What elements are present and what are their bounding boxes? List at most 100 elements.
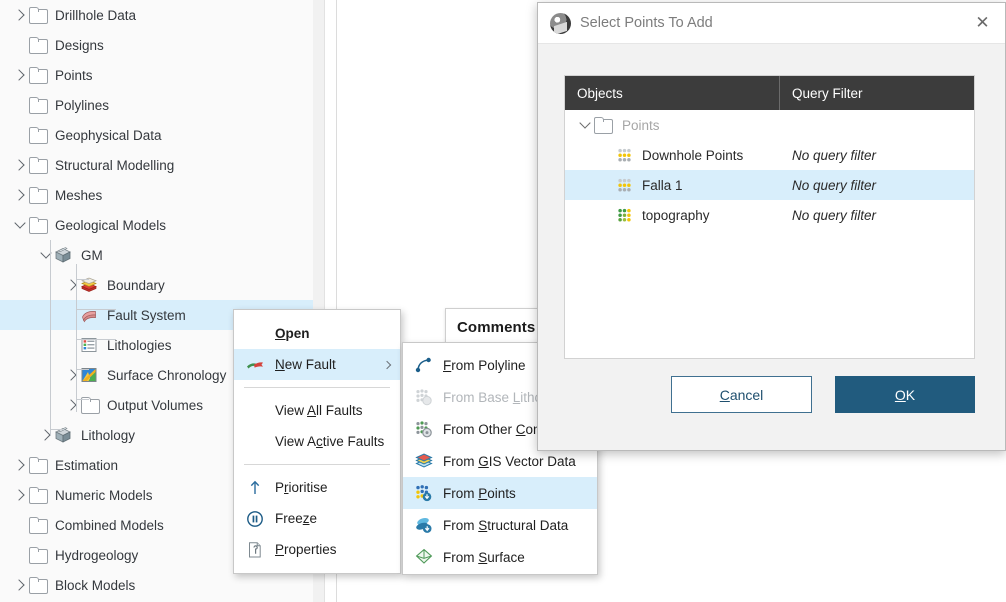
menu-item-new-fault[interactable]: New Fault bbox=[234, 349, 400, 380]
tree-item-structural-modelling[interactable]: Structural Modelling bbox=[0, 150, 313, 180]
tree-item-boundary[interactable]: Boundary bbox=[0, 270, 313, 300]
menu-item-view-active-faults[interactable]: View Active Faults bbox=[234, 426, 400, 457]
menu-item-label: Properties bbox=[275, 542, 337, 557]
polyline-icon bbox=[414, 355, 434, 375]
up-arrow-icon bbox=[245, 478, 265, 498]
properties-icon bbox=[245, 540, 265, 560]
tree-item-geophysical-data[interactable]: Geophysical Data bbox=[0, 120, 313, 150]
tree-twisty-right[interactable] bbox=[12, 487, 28, 503]
folder-icon bbox=[28, 486, 48, 504]
points-yellow-icon bbox=[617, 148, 634, 163]
tree-item-label: Fault System bbox=[107, 307, 186, 323]
tree-item-gm[interactable]: GM bbox=[0, 240, 313, 270]
menu-item-label: View Active Faults bbox=[275, 434, 385, 449]
geological-model-icon bbox=[54, 246, 74, 264]
folder-icon bbox=[28, 186, 48, 204]
context-menu[interactable]: Open New Fault View All Faults View Active … bbox=[233, 309, 401, 574]
tree-item-label: Meshes bbox=[55, 187, 103, 203]
ok-button-label: OK bbox=[894, 386, 916, 403]
tree-item-label: Lithology bbox=[81, 427, 136, 443]
table-row[interactable]: topography No query filter bbox=[565, 200, 974, 230]
table-row[interactable]: Downhole Points No query filter bbox=[565, 140, 974, 170]
cancel-button[interactable]: Cancel bbox=[671, 376, 812, 413]
menu-item-freeze[interactable]: Freeze bbox=[234, 503, 400, 534]
submenu-item-label: From Points bbox=[443, 485, 516, 501]
folder-icon bbox=[28, 216, 48, 234]
tree-item-drillhole-data[interactable]: Drillhole Data bbox=[0, 0, 313, 30]
row-label: Downhole Points bbox=[642, 147, 744, 163]
folder-icon bbox=[28, 126, 48, 144]
tree-item-meshes[interactable]: Meshes bbox=[0, 180, 313, 210]
cell-query-filter[interactable]: No query filter bbox=[780, 178, 974, 193]
folder-icon bbox=[28, 6, 48, 24]
table-header-row: Objects Query Filter bbox=[565, 76, 974, 110]
tree-item-label: Designs bbox=[55, 37, 104, 53]
tree-item-label: Numeric Models bbox=[55, 487, 153, 503]
tree-twisty-down[interactable] bbox=[38, 247, 54, 263]
cell-query-filter[interactable]: No query filter bbox=[780, 208, 974, 223]
tree-item-label: Hydrogeology bbox=[55, 547, 139, 563]
menu-item-label: Open bbox=[275, 326, 310, 341]
tree-twisty-right[interactable] bbox=[12, 187, 28, 203]
close-icon[interactable]: ✕ bbox=[974, 14, 991, 32]
tree-twisty-right[interactable] bbox=[12, 577, 28, 593]
tree-item-label: Geological Models bbox=[55, 217, 167, 233]
tree-twisty-placeholder bbox=[12, 97, 28, 113]
folder-icon bbox=[28, 576, 48, 594]
tree-item-designs[interactable]: Designs bbox=[0, 30, 313, 60]
ok-button[interactable]: OK bbox=[835, 376, 975, 413]
tree-twisty-right[interactable] bbox=[12, 457, 28, 473]
tree-item-label: Estimation bbox=[55, 457, 119, 473]
points-green-icon bbox=[617, 208, 634, 223]
tree-item-geological-models[interactable]: Geological Models bbox=[0, 210, 313, 240]
submenu-item-label: From Structural Data bbox=[443, 517, 569, 533]
points-yellow-icon bbox=[617, 178, 634, 193]
menu-item-view-all-faults[interactable]: View All Faults bbox=[234, 395, 400, 426]
tree-item-label: Points bbox=[55, 67, 93, 83]
submenu-item-label: From GIS Vector Data bbox=[443, 453, 576, 469]
tree-twisty-right[interactable] bbox=[12, 7, 28, 23]
tree-twisty-right[interactable] bbox=[12, 157, 28, 173]
tree-twisty-placeholder bbox=[12, 517, 28, 533]
row-twisty-down[interactable] bbox=[577, 117, 593, 133]
tree-twisty-right[interactable] bbox=[12, 67, 28, 83]
pause-icon bbox=[245, 509, 265, 529]
folder-icon bbox=[28, 96, 48, 114]
table-row[interactable]: Points bbox=[565, 110, 974, 140]
folder-icon bbox=[28, 546, 48, 564]
table-body[interactable]: Points Downhole Points No query filter Fall… bbox=[565, 110, 974, 230]
column-header-query-filter[interactable]: Query Filter bbox=[780, 76, 974, 110]
submenu-item-from-points[interactable]: From Points bbox=[403, 477, 597, 509]
submenu-item-from-surface[interactable]: From Surface bbox=[403, 541, 597, 573]
tree-guide-line bbox=[76, 369, 89, 370]
tree-item-label: GM bbox=[81, 247, 103, 263]
menu-item-properties[interactable]: Properties bbox=[234, 534, 400, 565]
tree-item-label: Block Models bbox=[55, 577, 136, 593]
objects-table[interactable]: Objects Query Filter Points Downhole Poin… bbox=[564, 75, 975, 359]
select-points-dialog[interactable]: Select Points To Add ✕ Objects Query Fil… bbox=[537, 2, 1006, 451]
tree-twisty-down[interactable] bbox=[12, 217, 28, 233]
cell-query-filter[interactable]: No query filter bbox=[780, 148, 974, 163]
table-row[interactable]: Falla 1 No query filter bbox=[565, 170, 974, 200]
dialog-titlebar: Select Points To Add ✕ bbox=[538, 3, 1005, 44]
folder-icon bbox=[28, 156, 48, 174]
column-header-objects[interactable]: Objects bbox=[565, 76, 780, 110]
dialog-body: Objects Query Filter Points Downhole Poin… bbox=[538, 44, 1005, 450]
tree-item-points[interactable]: Points bbox=[0, 60, 313, 90]
submenu-item-from-structural-data[interactable]: From Structural Data bbox=[403, 509, 597, 541]
submenu-item-label: From Surface bbox=[443, 549, 525, 565]
row-label: topography bbox=[642, 207, 710, 223]
cancel-button-label: Cancel bbox=[719, 386, 764, 403]
menu-item-prioritise[interactable]: Prioritise bbox=[234, 472, 400, 503]
menu-item-open[interactable]: Open bbox=[234, 318, 400, 349]
tree-item-block-models[interactable]: Block Models bbox=[0, 570, 313, 600]
tree-item-label: Geophysical Data bbox=[55, 127, 162, 143]
app-logo-icon bbox=[550, 12, 571, 34]
menu-item-label: View All Faults bbox=[275, 403, 363, 418]
other-contacts-icon bbox=[414, 419, 434, 439]
structural-data-icon bbox=[414, 515, 434, 535]
dialog-button-bar: Cancel OK bbox=[538, 358, 1005, 450]
tree-guide-line bbox=[76, 264, 77, 412]
tree-twisty-placeholder bbox=[12, 547, 28, 563]
tree-item-polylines[interactable]: Polylines bbox=[0, 90, 313, 120]
